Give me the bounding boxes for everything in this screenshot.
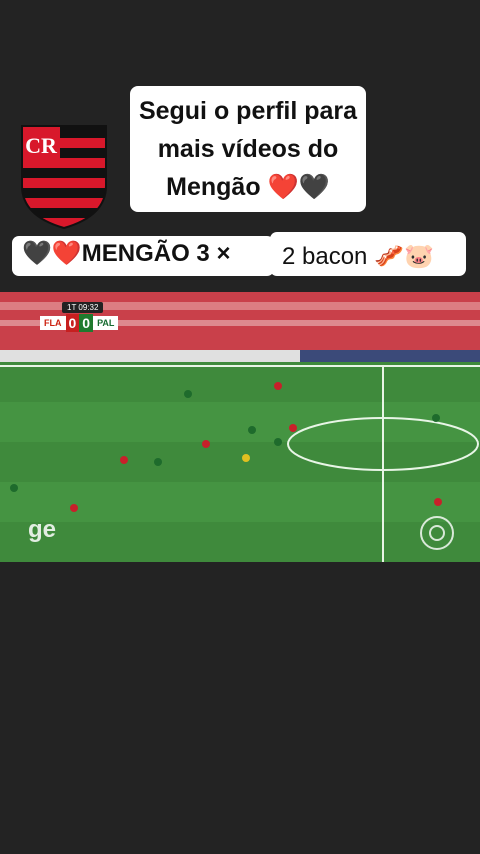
match-video-frame[interactable]: 1T 09:32 FLA 0 0 PAL ge [0, 292, 480, 562]
caption-line-3-text: Mengão [166, 173, 268, 201]
follow-caption: Segui o perfil para mais vídeos do Mengã… [130, 86, 366, 212]
ad-board-brasileirao [300, 350, 480, 362]
pitch [0, 362, 480, 562]
match-clock: 1T 09:32 [62, 302, 104, 313]
caption-line-2: mais vídeos do [157, 135, 339, 163]
home-score: 0 [65, 314, 80, 332]
pitch-stripe [0, 402, 480, 442]
flamengo-crest-logo: CR [21, 125, 107, 230]
black-heart-icon: 🖤 [298, 173, 330, 201]
score-banner: 🖤❤️MENGÃO 3 × 2 bacon 🥓🐷 [12, 232, 466, 276]
banner-right-text: 2 bacon 🥓🐷 [282, 243, 434, 270]
banner-left-text: 🖤❤️MENGÃO 3 × [22, 240, 231, 267]
caption-line-3: Mengão ❤️🖤 [130, 168, 366, 206]
globo-icon [420, 516, 454, 550]
away-score: 0 [79, 314, 94, 332]
scoreboard: FLA 0 0 PAL [40, 314, 119, 332]
pitch-stripe-2 [0, 482, 480, 522]
away-team: PAL [93, 316, 119, 330]
caption-line-1: Segui o perfil para [138, 97, 358, 125]
ge-logo: ge [28, 516, 57, 543]
red-heart-icon: ❤️ [267, 173, 299, 201]
svg-text:CR: CR [25, 133, 58, 158]
home-team: FLA [40, 316, 66, 330]
pitch-scene [0, 292, 480, 562]
